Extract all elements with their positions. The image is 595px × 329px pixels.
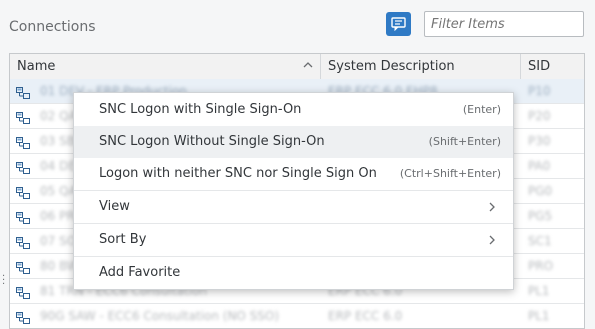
cell-sid: PA0	[528, 159, 551, 173]
connection-icon	[16, 135, 30, 154]
filter-input[interactable]	[424, 11, 584, 37]
cell-sid: PL1	[528, 309, 550, 323]
cell-sid: PG0	[528, 184, 553, 198]
menu-item-snc-sso[interactable]: SNC Logon with Single Sign-On (Enter)	[74, 94, 513, 126]
cell-sid: PL1	[528, 284, 550, 298]
connection-icon	[16, 235, 30, 254]
column-header-name[interactable]: Name	[10, 54, 321, 79]
chevron-right-icon	[489, 235, 495, 245]
menu-item-logon-plain[interactable]: Logon with neither SNC nor Single Sign O…	[74, 158, 513, 190]
menu-item-view[interactable]: View	[74, 191, 513, 223]
connection-icon	[16, 160, 30, 179]
cell-sid: PRO	[528, 259, 554, 273]
table-row[interactable]: 90G SAW - ECC6 Consultation (NO SSO) ERP …	[10, 304, 584, 328]
cell-sid: PG5	[528, 209, 553, 223]
menu-item-sort-by[interactable]: Sort By	[74, 224, 513, 256]
table-header: Name System Description SID	[10, 54, 584, 80]
resize-grip-icon[interactable]: · · ·	[2, 272, 5, 290]
column-header-description[interactable]: System Description	[321, 54, 521, 79]
cell-description: ERP ECC 6.0	[328, 309, 403, 323]
connection-icon	[16, 110, 30, 129]
connection-icon	[16, 260, 30, 279]
cell-sid: P30	[528, 134, 551, 148]
connection-icon	[16, 210, 30, 229]
cell-sid: P20	[528, 109, 551, 123]
context-menu: SNC Logon with Single Sign-On (Enter) SN…	[73, 92, 514, 290]
cell-sid: P10	[528, 84, 551, 98]
page-title: Connections	[9, 19, 96, 35]
chevron-right-icon	[489, 202, 495, 212]
message-icon	[391, 17, 406, 31]
message-button[interactable]	[386, 12, 411, 36]
connection-icon	[16, 185, 30, 204]
menu-item-snc-no-sso[interactable]: SNC Logon Without Single Sign-On (Shift+…	[74, 126, 513, 158]
cell-sid: SC1	[528, 234, 552, 248]
connection-icon	[16, 310, 30, 328]
header: Connections	[0, 0, 595, 52]
menu-item-add-favorite[interactable]: Add Favorite	[74, 257, 513, 289]
column-header-sid[interactable]: SID	[521, 54, 584, 79]
cell-name: 90G SAW - ECC6 Consultation (NO SSO)	[40, 309, 280, 323]
connection-icon	[16, 85, 30, 104]
connection-icon	[16, 285, 30, 304]
sort-ascending-icon[interactable]	[302, 59, 314, 71]
